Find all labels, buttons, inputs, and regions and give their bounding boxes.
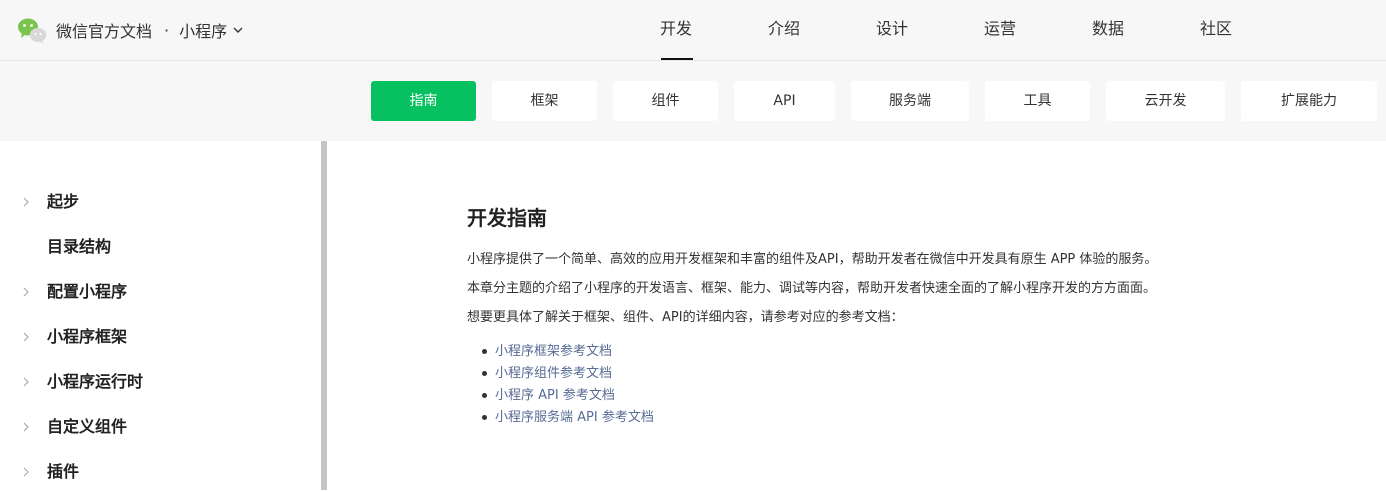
sidebar-item-custom-components[interactable]: 自定义组件 bbox=[0, 407, 321, 447]
chevron-right-icon bbox=[23, 287, 29, 297]
reference-link-list: 小程序框架参考文档 小程序组件参考文档 小程序 API 参考文档 小程序服务端 … bbox=[482, 341, 654, 429]
sidebar-item-label: 目录结构 bbox=[47, 237, 112, 256]
chapter-paragraph: 本章分主题的介绍了小程序的开发语言、框架、能力、调试等内容，帮助开发者快速全面的… bbox=[467, 281, 1157, 296]
api-reference-link[interactable]: 小程序 API 参考文档 bbox=[495, 388, 615, 403]
tab-api[interactable]: API bbox=[734, 81, 835, 121]
title-separator: · bbox=[164, 20, 170, 40]
list-item: 小程序服务端 API 参考文档 bbox=[482, 407, 654, 429]
top-nav-community[interactable]: 社区 bbox=[1162, 0, 1270, 60]
main-content: 开发指南 小程序提供了一个简单、高效的应用开发框架和丰富的组件及API，帮助开发… bbox=[327, 141, 1386, 490]
top-nav-data[interactable]: 数据 bbox=[1054, 0, 1162, 60]
sidebar-item-framework[interactable]: 小程序框架 bbox=[0, 317, 321, 357]
tab-components[interactable]: 组件 bbox=[613, 81, 718, 121]
top-nav-develop[interactable]: 开发 bbox=[622, 0, 730, 60]
page-title: 开发指南 bbox=[467, 206, 547, 230]
sidebar-item-label: 起步 bbox=[47, 192, 80, 211]
sidebar-item-configuration[interactable]: 配置小程序 bbox=[0, 272, 321, 312]
sidebar-item-plugins[interactable]: 插件 bbox=[0, 452, 321, 492]
tab-server[interactable]: 服务端 bbox=[851, 81, 969, 121]
sidebar-item-directory-structure[interactable]: 目录结构 bbox=[0, 227, 321, 267]
sidebar-item-label: 自定义组件 bbox=[47, 417, 128, 436]
list-item: 小程序组件参考文档 bbox=[482, 363, 654, 385]
tab-cloud[interactable]: 云开发 bbox=[1106, 81, 1225, 121]
tab-guide[interactable]: 指南 bbox=[371, 81, 476, 121]
framework-reference-link[interactable]: 小程序框架参考文档 bbox=[495, 344, 612, 359]
sidebar-item-label: 配置小程序 bbox=[47, 282, 128, 301]
reference-paragraph: 想要更具体了解关于框架、组件、API的详细内容，请参考对应的参考文档： bbox=[467, 310, 904, 325]
top-header: 微信官方文档 · 小程序 开发 介绍 设计 运营 数据 社区 bbox=[0, 0, 1386, 61]
top-nav-intro[interactable]: 介绍 bbox=[730, 0, 838, 60]
sidebar-item-runtime[interactable]: 小程序运行时 bbox=[0, 362, 321, 402]
sidebar-item-label: 小程序运行时 bbox=[47, 372, 144, 391]
wechat-logo-icon[interactable] bbox=[16, 14, 48, 46]
chevron-right-icon bbox=[23, 377, 29, 387]
sidebar-item-label: 插件 bbox=[47, 462, 80, 481]
top-nav-operations[interactable]: 运营 bbox=[946, 0, 1054, 60]
component-reference-link[interactable]: 小程序组件参考文档 bbox=[495, 366, 612, 381]
tab-tools[interactable]: 工具 bbox=[985, 81, 1090, 121]
chevron-right-icon bbox=[23, 422, 29, 432]
sidebar: 起步 目录结构 配置小程序 小程序框架 小程序运行时 自定义组件 插件 bbox=[0, 141, 321, 490]
product-label: 小程序 bbox=[179, 22, 228, 41]
list-item: 小程序 API 参考文档 bbox=[482, 385, 654, 407]
list-item: 小程序框架参考文档 bbox=[482, 341, 654, 363]
chevron-right-icon bbox=[23, 332, 29, 342]
sub-nav: 指南 框架 组件 API 服务端 工具 云开发 扩展能力 bbox=[0, 61, 1386, 141]
top-nav: 开发 介绍 设计 运营 数据 社区 bbox=[622, 0, 1270, 60]
chevron-right-icon bbox=[23, 467, 29, 477]
sidebar-item-label: 小程序框架 bbox=[47, 327, 128, 346]
brand: 微信官方文档 · 小程序 bbox=[16, 14, 244, 46]
server-api-reference-link[interactable]: 小程序服务端 API 参考文档 bbox=[495, 410, 654, 425]
chevron-down-icon bbox=[233, 27, 243, 33]
sidebar-item-getting-started[interactable]: 起步 bbox=[0, 182, 321, 222]
intro-paragraph: 小程序提供了一个简单、高效的应用开发框架和丰富的组件及API，帮助开发者在微信中… bbox=[467, 252, 1158, 267]
product-switcher[interactable]: 小程序 bbox=[179, 18, 244, 42]
tab-framework[interactable]: 框架 bbox=[492, 81, 597, 121]
tab-extensions[interactable]: 扩展能力 bbox=[1241, 81, 1377, 121]
chevron-right-icon bbox=[23, 197, 29, 207]
top-nav-design[interactable]: 设计 bbox=[838, 0, 946, 60]
site-title[interactable]: 微信官方文档 bbox=[56, 18, 152, 42]
